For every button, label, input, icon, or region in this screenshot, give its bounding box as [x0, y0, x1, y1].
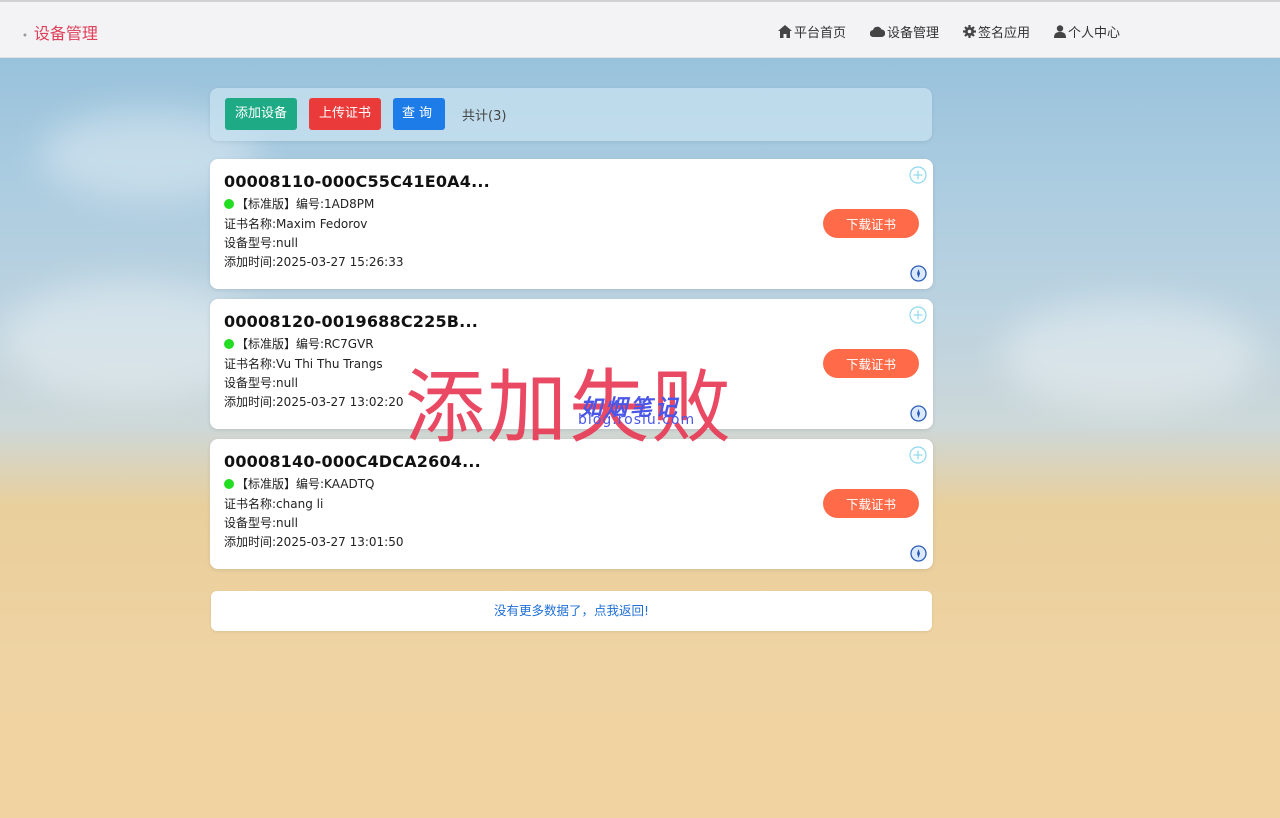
- error-overlay-text: 添加失败: [405, 361, 733, 454]
- brand-label: 设备管理: [33, 24, 98, 43]
- upload-certificate-button[interactable]: 上传证书: [309, 98, 382, 130]
- status-dot-icon: [224, 479, 234, 489]
- device-model: 设备型号:null: [224, 516, 298, 530]
- device-edition: 【标准版】编号:KAADTQ: [224, 475, 374, 492]
- status-dot-icon: [224, 199, 234, 209]
- compass-icon[interactable]: [910, 265, 927, 282]
- nav-label: 设备管理: [886, 26, 939, 41]
- download-certificate-button[interactable]: 下载证书: [823, 209, 919, 238]
- user-icon: [1053, 25, 1066, 38]
- nav-label: 个人中心: [1067, 26, 1120, 41]
- main-nav: 平台首页 设备管理 签名应用 个人中心: [777, 22, 1120, 41]
- top-navbar: • 设备管理 平台首页 设备管理 签名应用 个人中心: [0, 0, 1280, 58]
- nav-item-home[interactable]: 平台首页: [777, 22, 846, 41]
- status-dot-icon: [224, 339, 234, 349]
- action-toolbar: 添加设备 上传证书 查询 共计(3): [210, 88, 932, 141]
- download-certificate-button[interactable]: 下载证书: [823, 349, 919, 378]
- added-time: 添加时间:2025-03-27 15:26:33: [224, 255, 404, 269]
- expand-plus-icon[interactable]: [909, 166, 927, 184]
- total-count: 共计(3): [462, 109, 507, 124]
- device-udid: 00008110-000C55C41E0A4...: [224, 172, 490, 191]
- compass-icon[interactable]: [910, 405, 927, 422]
- add-device-button[interactable]: 添加设备: [225, 98, 298, 130]
- query-button[interactable]: 查询: [393, 98, 445, 130]
- brand-title[interactable]: • 设备管理: [22, 20, 98, 44]
- added-time: 添加时间:2025-03-27 13:02:20: [224, 395, 404, 409]
- home-icon: [777, 25, 792, 38]
- gear-icon: [962, 25, 976, 38]
- device-card: 00008110-000C55C41E0A4... 【标准版】编号:1AD8PM…: [210, 159, 933, 289]
- certificate-name: 证书名称:chang li: [224, 497, 324, 511]
- nav-item-signing[interactable]: 签名应用: [962, 22, 1030, 41]
- download-certificate-button[interactable]: 下载证书: [823, 489, 919, 518]
- nav-label: 平台首页: [793, 26, 846, 41]
- device-edition: 【标准版】编号:RC7GVR: [224, 335, 374, 352]
- device-udid: 00008120-0019688C225B...: [224, 312, 479, 331]
- added-time: 添加时间:2025-03-27 13:01:50: [224, 535, 404, 549]
- nav-item-devices[interactable]: 设备管理: [869, 22, 939, 41]
- device-model: 设备型号:null: [224, 236, 298, 250]
- edition-text: 【标准版】编号:RC7GVR: [236, 337, 374, 351]
- compass-icon[interactable]: [910, 545, 927, 562]
- certificate-name: 证书名称:Vu Thi Thu Trangs: [224, 357, 383, 371]
- watermark-url: blog.rosiu.com: [578, 412, 696, 428]
- edition-text: 【标准版】编号:1AD8PM: [236, 197, 375, 211]
- expand-plus-icon[interactable]: [909, 446, 927, 464]
- no-more-data-link[interactable]: 没有更多数据了，点我返回!: [211, 591, 932, 631]
- nav-item-profile[interactable]: 个人中心: [1053, 22, 1120, 41]
- certificate-name: 证书名称:Maxim Fedorov: [224, 217, 368, 231]
- nav-label: 签名应用: [977, 26, 1030, 41]
- expand-plus-icon[interactable]: [909, 306, 927, 324]
- brand-dot-icon: •: [22, 31, 28, 42]
- cloud-icon: [869, 26, 885, 37]
- background-cloud: [1000, 300, 1260, 410]
- device-model: 设备型号:null: [224, 376, 298, 390]
- edition-text: 【标准版】编号:KAADTQ: [236, 477, 375, 491]
- device-edition: 【标准版】编号:1AD8PM: [224, 195, 374, 212]
